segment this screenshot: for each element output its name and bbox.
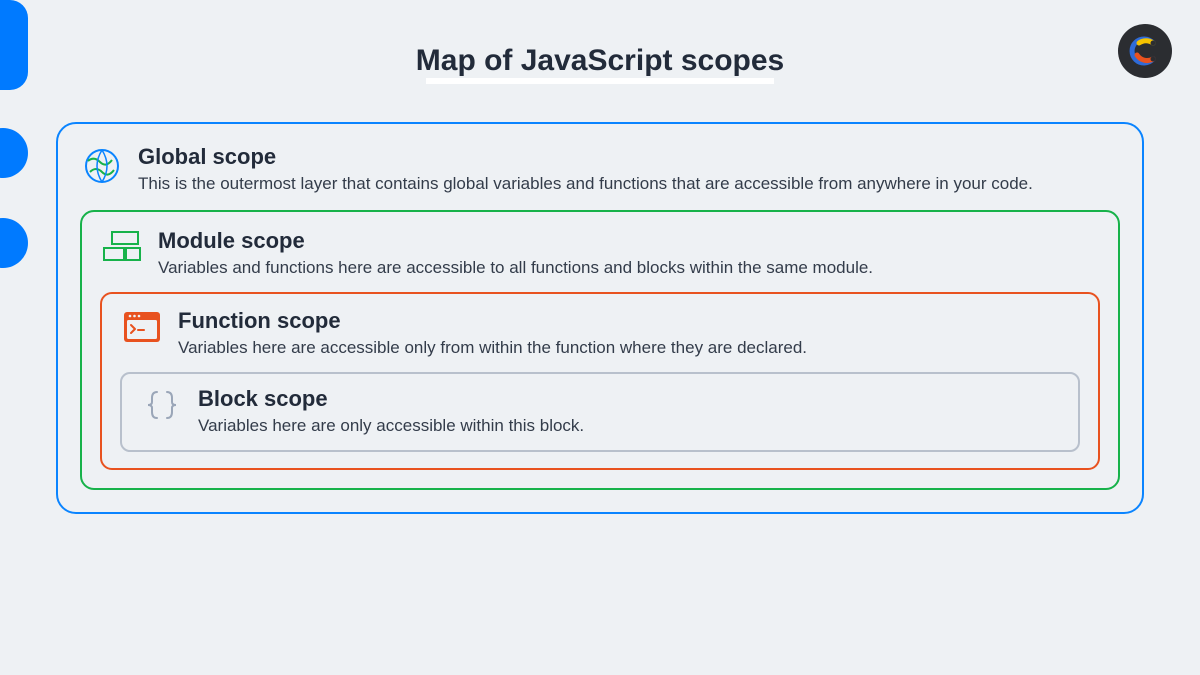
block-scope-desc: Variables here are only accessible withi… xyxy=(198,416,584,436)
block-scope-title: Block scope xyxy=(198,386,584,412)
function-scope-box: Function scope Variables here are access… xyxy=(100,292,1100,470)
brand-logo xyxy=(1118,24,1172,78)
decorative-blob-top xyxy=(0,0,28,90)
module-scope-box: Module scope Variables and functions her… xyxy=(80,210,1120,490)
braces-icon xyxy=(144,388,180,422)
module-icon xyxy=(100,230,144,266)
decorative-blob-bot xyxy=(0,218,28,268)
block-scope-box: Block scope Variables here are only acce… xyxy=(120,372,1080,452)
global-scope-title: Global scope xyxy=(138,144,1033,170)
global-scope-box: Global scope This is the outermost layer… xyxy=(56,122,1144,514)
terminal-icon xyxy=(122,310,162,344)
c-logo-icon xyxy=(1129,35,1161,67)
globe-icon xyxy=(82,146,122,186)
function-scope-desc: Variables here are accessible only from … xyxy=(178,338,807,358)
page-title: Map of JavaScript scopes xyxy=(416,44,784,78)
decorative-blob-mid xyxy=(0,128,28,178)
module-scope-title: Module scope xyxy=(158,228,873,254)
function-scope-title: Function scope xyxy=(178,308,807,334)
global-scope-desc: This is the outermost layer that contain… xyxy=(138,174,1033,194)
module-scope-desc: Variables and functions here are accessi… xyxy=(158,258,873,278)
